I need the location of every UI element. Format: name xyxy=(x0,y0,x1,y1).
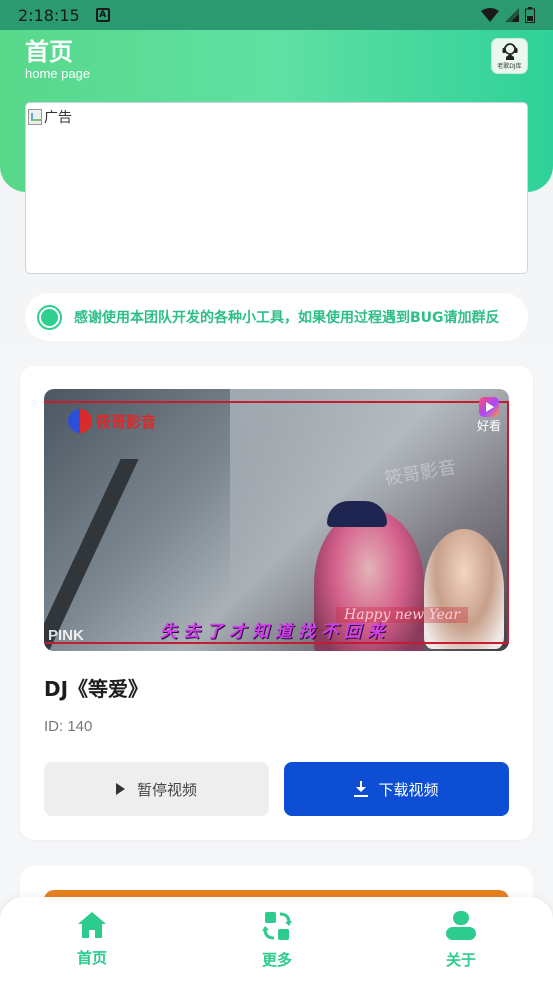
pause-video-button[interactable]: 暂停视频 xyxy=(44,762,269,816)
tab-more-label: 更多 xyxy=(261,951,292,969)
video-title: DJ《等爱》 xyxy=(44,677,149,701)
tab-more[interactable]: 更多 xyxy=(232,911,322,970)
pause-button-label: 暂停视频 xyxy=(136,780,197,799)
tab-home-label: 首页 xyxy=(76,949,107,967)
app-logo-button[interactable]: 老歌DJ库 xyxy=(491,38,528,74)
notice-bar[interactable]: 感谢使用本团队开发的各种小工具，如果使用过程遇到BUG请加群反 xyxy=(25,293,528,341)
status-bar: 2:18:15 A xyxy=(0,0,553,30)
download-button-label: 下载视频 xyxy=(378,780,439,799)
status-time: 2:18:15 xyxy=(18,5,80,25)
broken-image-icon xyxy=(28,109,42,125)
home-icon xyxy=(78,912,106,938)
notice-text: 感谢使用本团队开发的各种小工具，如果使用过程遇到BUG请加群反 xyxy=(74,310,500,326)
signal-icon xyxy=(505,8,519,22)
user-icon xyxy=(446,911,476,940)
ad-banner[interactable]: 广告 xyxy=(25,102,528,274)
tab-about-label: 关于 xyxy=(445,951,476,969)
ad-broken-image: 广告 xyxy=(28,107,72,127)
bottom-tab-bar: 首页 更多 关于 xyxy=(0,897,553,983)
logo-label: 老歌DJ库 xyxy=(497,63,522,70)
play-icon xyxy=(115,783,125,795)
thumb-channel-logo: 筱哥影音 xyxy=(68,409,156,433)
page-title: 首页 xyxy=(25,38,73,66)
dj-logo-icon xyxy=(502,43,517,60)
channel-logo-icon xyxy=(68,409,92,433)
accessibility-badge-icon: A xyxy=(95,8,110,22)
download-video-button[interactable]: 下载视频 xyxy=(284,762,509,816)
video-thumbnail[interactable]: 筱哥影音 筱哥影音 好看 PINK Happy new Year 失去了才知道找… xyxy=(44,389,509,651)
thumb-pink-text: PINK xyxy=(48,627,84,644)
refresh-icon xyxy=(262,912,292,940)
status-icons xyxy=(481,7,535,23)
video-card: 筱哥影音 筱哥影音 好看 PINK Happy new Year 失去了才知道找… xyxy=(20,366,533,840)
ad-alt-text: 广告 xyxy=(44,110,72,126)
tab-about[interactable]: 关于 xyxy=(416,911,506,970)
thumb-app-label: 好看 xyxy=(476,419,501,433)
tab-home[interactable]: 首页 xyxy=(47,911,137,968)
page-subtitle: home page xyxy=(25,66,91,81)
thumb-lyrics: 失去了才知道找不回来 xyxy=(160,622,390,642)
download-icon xyxy=(354,781,369,797)
thumb-app-badge: 好看 xyxy=(477,397,501,434)
battery-icon xyxy=(525,7,535,23)
haokan-play-icon xyxy=(478,397,499,417)
wifi-icon xyxy=(481,8,499,22)
video-id: ID: 140 xyxy=(44,718,93,735)
thumb-logo-text: 筱哥影音 xyxy=(96,412,157,431)
notice-dot-icon xyxy=(37,304,62,330)
